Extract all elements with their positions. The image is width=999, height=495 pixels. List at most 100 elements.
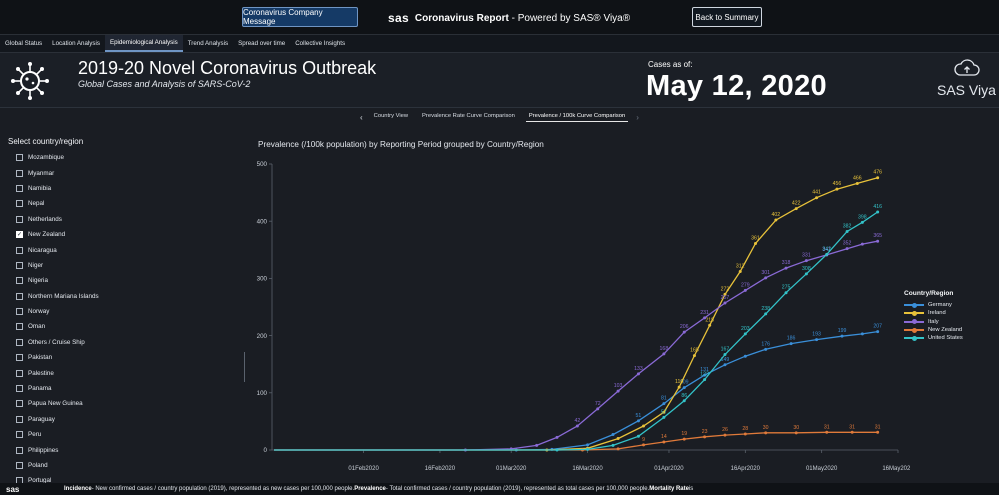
- country-option-label: Peru: [28, 431, 42, 439]
- data-point: [860, 220, 864, 224]
- checked-checkbox[interactable]: ✓: [16, 231, 23, 239]
- sas-viya-logo: SAS Viya: [937, 82, 996, 98]
- checkbox[interactable]: [16, 446, 23, 454]
- country-option[interactable]: Others / Cruise Ship: [16, 335, 236, 350]
- data-label: 318: [782, 260, 791, 266]
- country-option[interactable]: Palestine: [16, 365, 236, 380]
- country-option[interactable]: Namibia: [16, 181, 236, 196]
- legend-item[interactable]: New Zealand: [904, 326, 994, 334]
- nav-tab-4[interactable]: Spread over time: [233, 35, 290, 52]
- data-point: [575, 424, 579, 428]
- country-option[interactable]: Northern Mariana Islands: [16, 289, 236, 304]
- checkbox[interactable]: [16, 169, 23, 177]
- data-label: 342: [822, 246, 831, 252]
- country-option[interactable]: Nicaragua: [16, 242, 236, 257]
- subtab-2[interactable]: Prevalence / 100k Curve Comparison: [525, 113, 629, 122]
- country-option[interactable]: Niger: [16, 258, 236, 273]
- checkbox[interactable]: [16, 200, 23, 208]
- data-label: 186: [787, 336, 796, 342]
- footer-sas-logo: sas: [6, 484, 20, 494]
- y-tick-label: 500: [257, 161, 268, 168]
- data-point: [764, 276, 768, 280]
- country-option[interactable]: Netherlands: [16, 212, 236, 227]
- checkbox[interactable]: [16, 261, 23, 269]
- subtab-prev-arrow[interactable]: ‹: [360, 113, 363, 122]
- checkbox[interactable]: [16, 323, 23, 331]
- checkbox[interactable]: [16, 246, 23, 254]
- country-option[interactable]: Portugal: [16, 473, 236, 483]
- data-label: 312: [736, 264, 745, 270]
- country-option[interactable]: Peru: [16, 427, 236, 442]
- nav-tab-0[interactable]: Global Status: [0, 35, 47, 52]
- subtab-0[interactable]: Country View: [371, 113, 411, 121]
- panel-splitter-handle[interactable]: [244, 352, 245, 382]
- data-point: [586, 447, 590, 451]
- country-option[interactable]: Myanmar: [16, 165, 236, 180]
- data-label: 30: [763, 425, 769, 431]
- country-option[interactable]: Paraguay: [16, 412, 236, 427]
- checkbox[interactable]: [16, 308, 23, 316]
- data-point: [611, 433, 615, 437]
- x-tick-label: 16Mar2020: [572, 466, 603, 472]
- data-label: 14: [661, 434, 667, 440]
- checkbox[interactable]: [16, 215, 23, 223]
- nav-tab-2[interactable]: Epidemiological Analysis: [104, 35, 183, 52]
- legend-item[interactable]: Germany: [904, 301, 994, 309]
- data-point: [642, 424, 646, 428]
- checkbox[interactable]: [16, 184, 23, 192]
- checkbox[interactable]: [16, 431, 23, 439]
- subtab-next-arrow[interactable]: ›: [636, 113, 639, 122]
- checkbox[interactable]: [16, 292, 23, 300]
- company-message-button[interactable]: Coronavirus Company Message: [242, 7, 358, 27]
- country-option-label: Netherlands: [28, 215, 62, 223]
- country-list[interactable]: Mozambique Myanmar Namibia Nepal Netherlands…: [16, 150, 236, 483]
- data-point: [662, 440, 666, 444]
- data-point: [636, 372, 640, 376]
- country-option[interactable]: Pakistan: [16, 350, 236, 365]
- checkbox[interactable]: [16, 154, 23, 162]
- country-option[interactable]: Norway: [16, 304, 236, 319]
- series-line-united-states: [274, 211, 878, 451]
- legend-item[interactable]: Italy: [904, 318, 994, 326]
- mortality-label: Mortality Rate: [649, 486, 689, 492]
- country-option-label: Philippines: [28, 446, 59, 454]
- checkbox[interactable]: [16, 462, 23, 469]
- country-option[interactable]: Papua New Guinea: [16, 396, 236, 411]
- country-option[interactable]: Mozambique: [16, 150, 236, 165]
- nav-tab-3[interactable]: Trend Analysis: [183, 35, 233, 52]
- subtab-1[interactable]: Prevalence Rate Curve Comparison: [419, 113, 518, 121]
- country-option-label: Norway: [28, 308, 50, 316]
- page-title: 2019-20 Novel Coronavirus Outbreak: [78, 58, 377, 78]
- data-point: [855, 181, 859, 185]
- country-option[interactable]: Poland: [16, 458, 236, 473]
- data-point: [804, 272, 808, 276]
- country-option[interactable]: Nepal: [16, 196, 236, 211]
- checkbox[interactable]: [16, 385, 23, 393]
- checkbox[interactable]: [16, 369, 23, 377]
- data-label: 416: [873, 204, 882, 210]
- country-option-label: Palestine: [28, 369, 54, 377]
- data-point: [662, 415, 666, 419]
- checkbox[interactable]: [16, 400, 23, 408]
- x-tick-label: 16May2020: [882, 466, 910, 472]
- checkbox[interactable]: [16, 415, 23, 423]
- data-point: [753, 242, 757, 246]
- legend-item[interactable]: United States: [904, 334, 994, 342]
- checkbox[interactable]: [16, 354, 23, 362]
- nav-tab-5[interactable]: Collective Insights: [290, 35, 350, 52]
- back-to-summary-button[interactable]: Back to Summary: [692, 7, 762, 27]
- country-option[interactable]: Nigeria: [16, 273, 236, 288]
- data-point: [723, 301, 727, 305]
- country-option[interactable]: ✓ New Zealand: [16, 227, 236, 242]
- country-option[interactable]: Oman: [16, 319, 236, 334]
- data-label: 42: [574, 418, 580, 424]
- data-point: [616, 437, 620, 441]
- nav-tab-1[interactable]: Location Analysis: [47, 35, 105, 52]
- country-option[interactable]: Philippines: [16, 442, 236, 457]
- legend-item[interactable]: Ireland: [904, 309, 994, 317]
- checkbox[interactable]: [16, 277, 23, 285]
- checkbox[interactable]: [16, 338, 23, 346]
- chart-title: Prevalence (/100k population) by Reporti…: [258, 140, 544, 149]
- country-option[interactable]: Panama: [16, 381, 236, 396]
- data-label: 168: [660, 346, 669, 352]
